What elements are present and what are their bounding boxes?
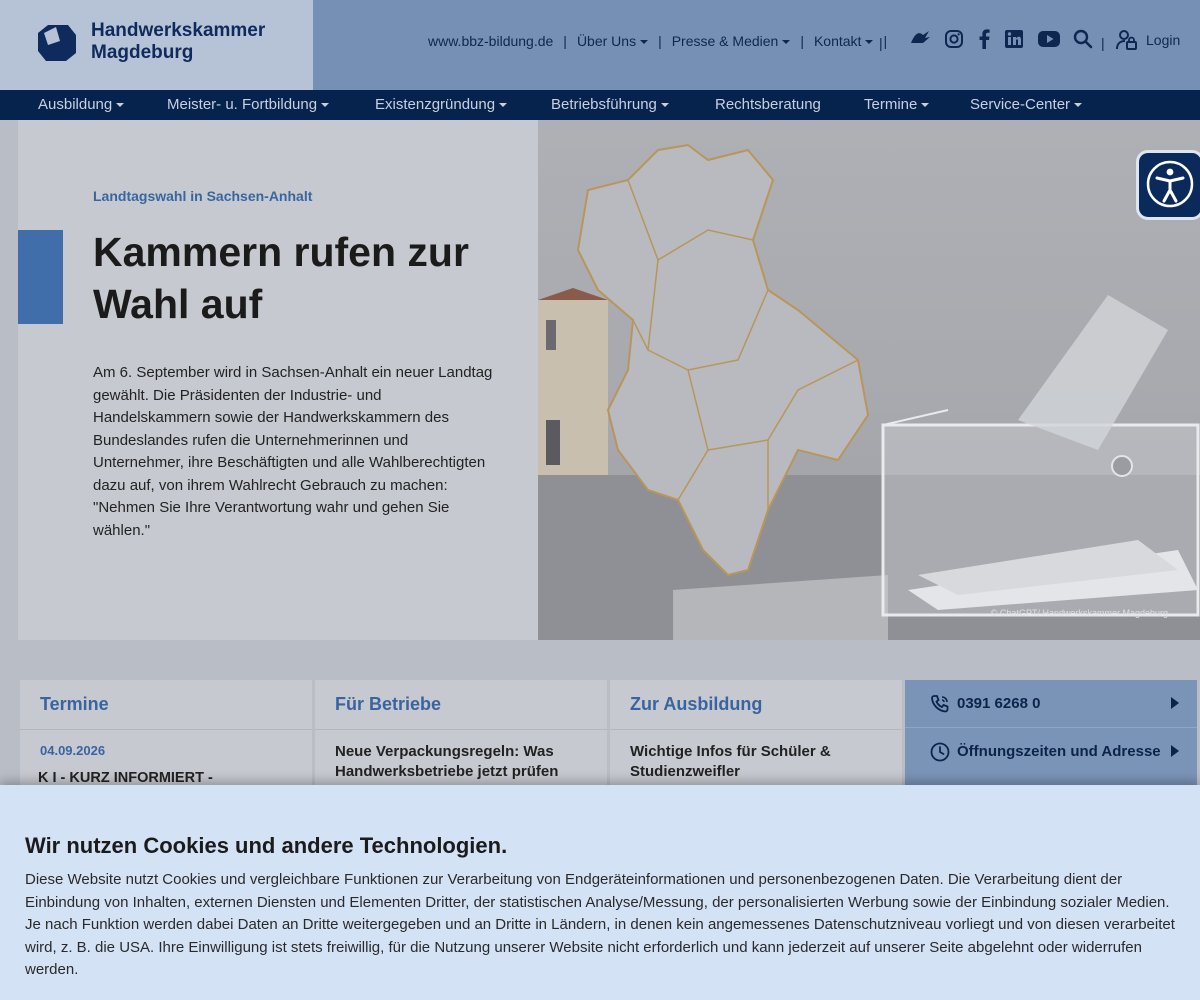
topnav-separator: | xyxy=(883,33,888,49)
topnav-ueber-uns[interactable]: Über Uns xyxy=(577,33,648,49)
nav-betriebsfuehrung[interactable]: Betriebsführung xyxy=(551,96,669,113)
logo-area[interactable]: Handwerkskammer Magdeburg xyxy=(0,0,313,90)
accessibility-button[interactable] xyxy=(1136,150,1200,220)
logo-icon xyxy=(38,25,76,61)
hero-body: Am 6. September wird in Sachsen-Anhalt e… xyxy=(93,364,493,539)
search-icon[interactable] xyxy=(1071,28,1095,50)
arrow-right-icon xyxy=(1171,697,1179,709)
contact-panel: 0391 6268 0 Öffnungszeiten und Adresse xyxy=(905,680,1197,790)
card-divider xyxy=(315,729,607,730)
card-betriebe[interactable]: Für Betriebe Neue Verpackungsregeln: Was… xyxy=(315,680,607,790)
topnav-kontakt[interactable]: Kontakt xyxy=(814,33,873,49)
sign-language-icon[interactable] xyxy=(908,28,932,50)
hero-accent-bar xyxy=(18,230,63,324)
contact-hours-row[interactable]: Öffnungszeiten und Adresse xyxy=(905,728,1197,775)
cookie-text: Diese Website nutzt Cookies und vergleic… xyxy=(25,871,1175,978)
logo-line-1: Handwerkskammer xyxy=(91,20,266,41)
topnav-separator: | xyxy=(563,33,567,49)
user-lock-icon xyxy=(1116,30,1137,50)
nav-service-center[interactable]: Service-Center xyxy=(970,96,1082,113)
topnav-presse-medien[interactable]: Presse & Medien xyxy=(672,33,791,49)
clock-icon xyxy=(929,741,951,763)
facebook-icon[interactable] xyxy=(972,28,996,50)
arrow-right-icon xyxy=(1171,745,1179,757)
linkedin-icon[interactable] xyxy=(1002,28,1026,50)
topnav-separator: | xyxy=(879,35,883,51)
card-termine-title[interactable]: Termine xyxy=(40,694,109,715)
phone-icon xyxy=(929,693,951,715)
top-navigation: www.bbz-bildung.de | Über Uns | Presse &… xyxy=(428,33,897,49)
image-credit: © ChatGPT/ Handwerkskammer Magdeburg xyxy=(990,608,1168,618)
login-label: Login xyxy=(1146,32,1181,48)
card-betriebe-text[interactable]: Neue Verpackungsregeln: Was Handwerksbet… xyxy=(335,742,585,782)
card-ausbildung[interactable]: Zur Ausbildung Wichtige Infos für Schüle… xyxy=(610,680,902,790)
cookie-banner: Wir nutzen Cookies und andere Technologi… xyxy=(0,785,1200,1000)
topnav-separator: | xyxy=(800,33,804,49)
hero-image[interactable]: © ChatGPT/ Handwerkskammer Magdeburg xyxy=(538,120,1200,640)
card-ausbildung-title[interactable]: Zur Ausbildung xyxy=(630,694,762,715)
hero-illustration xyxy=(538,143,1200,640)
contact-hours: Öffnungszeiten und Adresse xyxy=(957,743,1161,760)
card-termine-date: 04.09.2026 xyxy=(40,743,106,758)
card-divider xyxy=(20,729,312,730)
cookie-title: Wir nutzen Cookies und andere Technologi… xyxy=(25,833,508,858)
contact-phone: 0391 6268 0 xyxy=(957,695,1041,712)
nav-existenzgruendung[interactable]: Existenzgründung xyxy=(375,96,507,113)
hero-title[interactable]: Kammern rufen zur Wahl auf xyxy=(93,226,513,330)
main-navigation: Ausbildung Meister- u. Fortbildung Exist… xyxy=(0,90,1200,120)
login-link[interactable]: Login xyxy=(1116,30,1180,50)
nav-rechtsberatung[interactable]: Rechtsberatung xyxy=(715,96,821,113)
nav-meister-fortbildung[interactable]: Meister- u. Fortbildung xyxy=(167,96,329,113)
topnav-separator: | xyxy=(658,33,662,49)
logo-line-2: Magdeburg xyxy=(91,42,194,63)
card-ausbildung-text[interactable]: Wichtige Infos für Schüler & Studienzwei… xyxy=(630,742,880,782)
youtube-icon[interactable] xyxy=(1036,28,1062,50)
topnav-separator: | xyxy=(1101,35,1105,51)
site-header: Handwerkskammer Magdeburg www.bbz-bildun… xyxy=(0,0,1200,90)
card-termine[interactable]: Termine 04.09.2026 K I - KURZ INFORMIERT… xyxy=(20,680,312,806)
contact-phone-row[interactable]: 0391 6268 0 xyxy=(905,680,1197,727)
topnav-bbz-link[interactable]: www.bbz-bildung.de xyxy=(428,33,553,49)
card-divider xyxy=(610,729,902,730)
accessibility-icon xyxy=(1146,160,1194,208)
nav-ausbildung[interactable]: Ausbildung xyxy=(38,96,124,113)
logo-wordmark: Handwerkskammer Magdeburg xyxy=(91,20,265,64)
card-betriebe-title[interactable]: Für Betriebe xyxy=(335,694,441,715)
instagram-icon[interactable] xyxy=(942,28,966,50)
nav-termine[interactable]: Termine xyxy=(864,96,929,113)
hero-kicker[interactable]: Landtagswahl in Sachsen-Anhalt xyxy=(93,188,312,204)
